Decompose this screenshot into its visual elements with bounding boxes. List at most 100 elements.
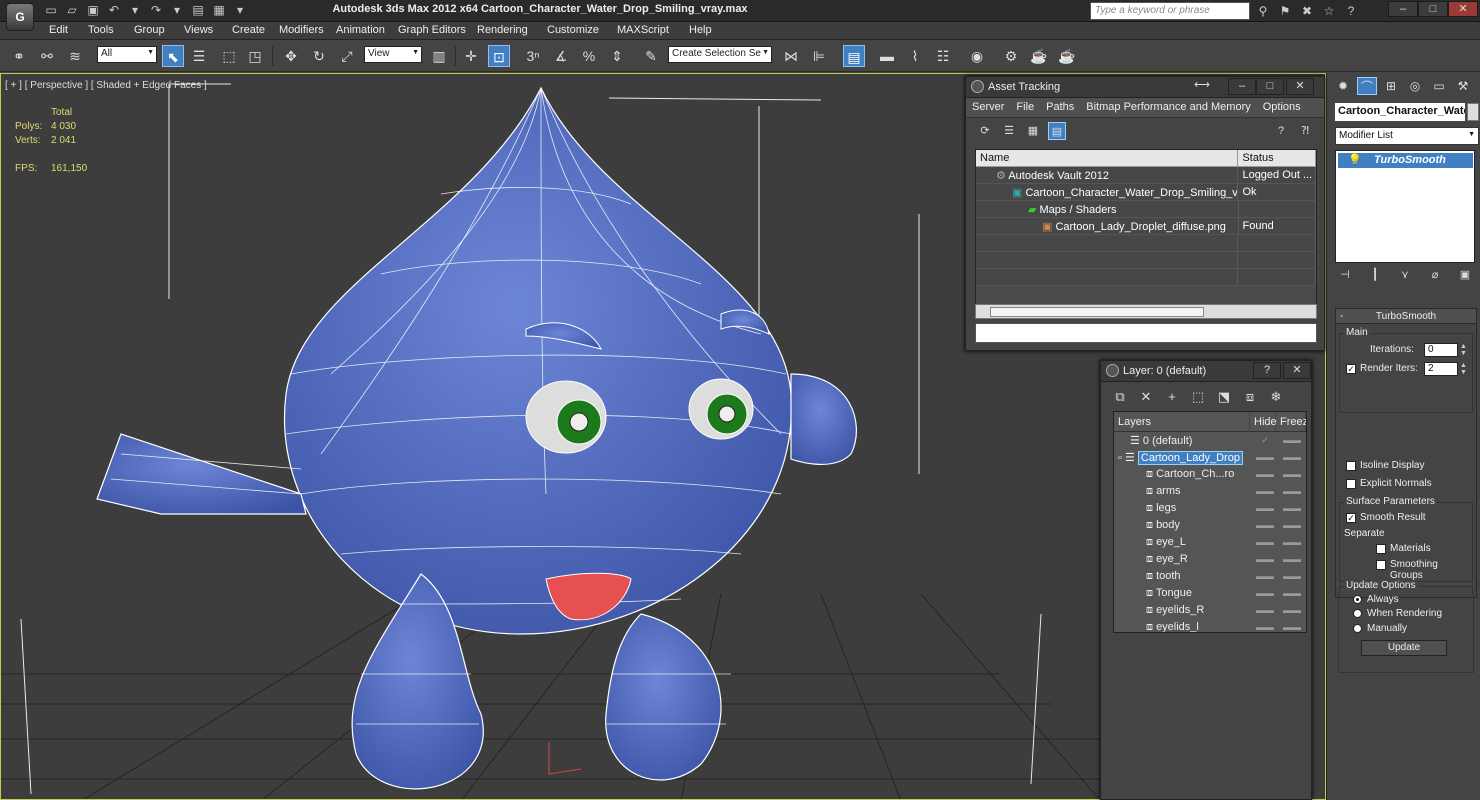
object-name-field[interactable]: Cartoon_Character_Water: [1335, 103, 1465, 121]
menu-create[interactable]: Create: [232, 24, 265, 36]
add-to-layer-icon[interactable]: +: [1163, 388, 1181, 406]
layer-hide-toggle[interactable]: ▬▬: [1252, 619, 1278, 632]
select-objects-icon[interactable]: ⬚: [1189, 388, 1207, 406]
menu-group[interactable]: Group: [134, 24, 165, 36]
menu-edit[interactable]: Edit: [49, 24, 68, 36]
menu-customize[interactable]: Customize: [547, 24, 599, 36]
column-layers[interactable]: Layers: [1114, 412, 1250, 431]
always-radio[interactable]: [1353, 595, 1362, 604]
help-icon[interactable]: ?: [1272, 122, 1290, 140]
maximize-button[interactable]: □: [1418, 1, 1448, 17]
unlink-icon[interactable]: ⚯: [36, 45, 58, 67]
menu-maxscript[interactable]: MAXScript: [617, 24, 669, 36]
layer-freeze-toggle[interactable]: ▬▬: [1278, 602, 1306, 619]
update-button[interactable]: Update: [1361, 640, 1447, 656]
layer-manager-icon[interactable]: ▤: [843, 45, 865, 67]
layer-freeze-toggle[interactable]: ▬▬: [1278, 534, 1306, 551]
layer-hide-toggle[interactable]: ▬▬: [1252, 602, 1278, 619]
layer-hide-toggle[interactable]: ▬▬: [1252, 466, 1278, 483]
close-button[interactable]: ✕: [1286, 78, 1314, 95]
layer-row[interactable]: ⧈ legs ▬▬ ▬▬: [1114, 500, 1306, 517]
table-row[interactable]: ▣ Cartoon_Character_Water_Drop_Smiling_v…: [976, 184, 1316, 201]
layer-hide-toggle[interactable]: ▬▬: [1252, 568, 1278, 585]
hierarchy-tab-icon[interactable]: ⊞: [1381, 77, 1401, 95]
reference-coordinate-dropdown[interactable]: View: [364, 46, 422, 63]
search-input[interactable]: Type a keyword or phrase: [1090, 2, 1250, 20]
subscription-icon[interactable]: ⚑: [1276, 2, 1294, 20]
menu-bitmap-performance[interactable]: Bitmap Performance and Memory: [1086, 101, 1250, 114]
minimize-button[interactable]: –: [1228, 78, 1256, 95]
app-logo-button[interactable]: G: [6, 3, 34, 31]
help-button[interactable]: ?: [1253, 362, 1281, 379]
menu-tools[interactable]: Tools: [88, 24, 114, 36]
layer-row[interactable]: ⧈ eye_L ▬▬ ▬▬: [1114, 534, 1306, 551]
isoline-display-checkbox[interactable]: [1346, 461, 1356, 471]
snap-toggle-icon[interactable]: 3ⁿ: [522, 45, 544, 67]
menu-rendering[interactable]: Rendering: [477, 24, 528, 36]
menu-graph-editors[interactable]: Graph Editors: [398, 24, 466, 36]
mirror-icon[interactable]: ⋈: [780, 45, 802, 67]
layer-row[interactable]: ⧈ eye_R ▬▬ ▬▬: [1114, 551, 1306, 568]
iterations-spinner-arrows[interactable]: ▲ ▼: [1460, 343, 1468, 357]
render-iters-checkbox[interactable]: ✓: [1346, 364, 1356, 374]
layer-row[interactable]: ⧈ Cartoon_Ch...ro ▬▬ ▬▬: [1114, 466, 1306, 483]
asset-tracking-titlebar[interactable]: Asset Tracking ⟷ – □ ✕: [966, 77, 1324, 98]
layer-freeze-toggle[interactable]: ▬▬: [1278, 449, 1306, 466]
move-icon[interactable]: ✥: [280, 45, 302, 67]
help-icon[interactable]: ?: [1342, 2, 1360, 20]
layer-row[interactable]: ☰ 0 (default) ✓ ▬▬: [1114, 432, 1306, 449]
pivot-center-icon[interactable]: ▥: [428, 45, 450, 67]
percent-snap-icon[interactable]: %: [578, 45, 600, 67]
dock-icon[interactable]: ⟷: [1188, 78, 1216, 95]
render-setup-icon[interactable]: ⚙: [1000, 45, 1022, 67]
menu-views[interactable]: Views: [184, 24, 213, 36]
layer-hide-toggle[interactable]: ▬▬: [1252, 551, 1278, 568]
binoculars-icon[interactable]: ⚲: [1254, 2, 1272, 20]
table-view-icon[interactable]: ▤: [1048, 122, 1066, 140]
remove-modifier-icon[interactable]: ⌀: [1427, 268, 1443, 282]
create-tab-icon[interactable]: ✹: [1333, 77, 1353, 95]
materials-checkbox[interactable]: [1376, 544, 1386, 554]
render-iters-spinner-arrows[interactable]: ▲ ▼: [1460, 362, 1468, 376]
explicit-normals-checkbox[interactable]: [1346, 479, 1356, 489]
object-color-swatch[interactable]: [1467, 103, 1479, 121]
make-unique-icon[interactable]: ⋎: [1397, 268, 1413, 282]
utilities-tab-icon[interactable]: ⚒: [1453, 77, 1473, 95]
layer-hide-toggle[interactable]: ▬▬: [1252, 517, 1278, 534]
new-layer-icon[interactable]: ⧉: [1111, 388, 1129, 406]
layer-row[interactable]: ⧈ tooth ▬▬ ▬▬: [1114, 568, 1306, 585]
layer-freeze-toggle[interactable]: ▬▬: [1278, 500, 1306, 517]
smoothing-groups-checkbox[interactable]: [1376, 560, 1386, 570]
freeze-all-icon[interactable]: ❄: [1267, 388, 1285, 406]
display-tab-icon[interactable]: ▭: [1429, 77, 1449, 95]
lightbulb-icon[interactable]: 💡: [1348, 153, 1362, 166]
layer-row[interactable]: ⧈ eyelids_R ▬▬ ▬▬: [1114, 602, 1306, 619]
rollout-title[interactable]: - TurboSmooth: [1336, 309, 1476, 324]
keyboard-shortcut-toggle-icon[interactable]: ⊡: [488, 45, 510, 67]
list-view-icon[interactable]: ☰: [1000, 122, 1018, 140]
menu-options[interactable]: Options: [1263, 101, 1301, 114]
layer-freeze-toggle[interactable]: ▬▬: [1278, 551, 1306, 568]
render-iters-spinner[interactable]: 2: [1424, 362, 1458, 376]
menu-file[interactable]: File: [1016, 101, 1034, 114]
table-row[interactable]: ⚙ Autodesk Vault 2012 Logged Out ...: [976, 167, 1316, 184]
layer-manager-titlebar[interactable]: Layer: 0 (default) ? ✕: [1101, 361, 1311, 382]
schematic-view-icon[interactable]: ☷: [932, 45, 954, 67]
spinner-snap-icon[interactable]: ⇕: [606, 45, 628, 67]
favorites-icon[interactable]: ☆: [1320, 2, 1338, 20]
named-selection-dropdown[interactable]: Create Selection Se: [668, 46, 772, 63]
hide-all-icon[interactable]: ⧈: [1241, 388, 1259, 406]
layer-freeze-toggle[interactable]: ▬▬: [1278, 432, 1306, 449]
modifier-list-dropdown[interactable]: Modifier List: [1335, 127, 1479, 145]
layer-row[interactable]: ▫ ☰ Cartoon_Lady_Drop ▬▬ ▬▬: [1114, 449, 1306, 466]
show-end-result-icon[interactable]: ┃: [1367, 268, 1383, 282]
material-editor-icon[interactable]: ◉: [966, 45, 988, 67]
motion-tab-icon[interactable]: ◎: [1405, 77, 1425, 95]
bind-spacewarp-icon[interactable]: ≋: [64, 45, 86, 67]
link-icon[interactable]: ⚭: [8, 45, 30, 67]
thumbnail-icon[interactable]: ▦: [1024, 122, 1042, 140]
layer-row[interactable]: ⧈ body ▬▬ ▬▬: [1114, 517, 1306, 534]
viewport-label[interactable]: [ + ] [ Perspective ] [ Shaded + Edged F…: [5, 80, 207, 91]
close-button[interactable]: ✕: [1448, 1, 1478, 17]
layer-freeze-toggle[interactable]: ▬▬: [1278, 585, 1306, 602]
